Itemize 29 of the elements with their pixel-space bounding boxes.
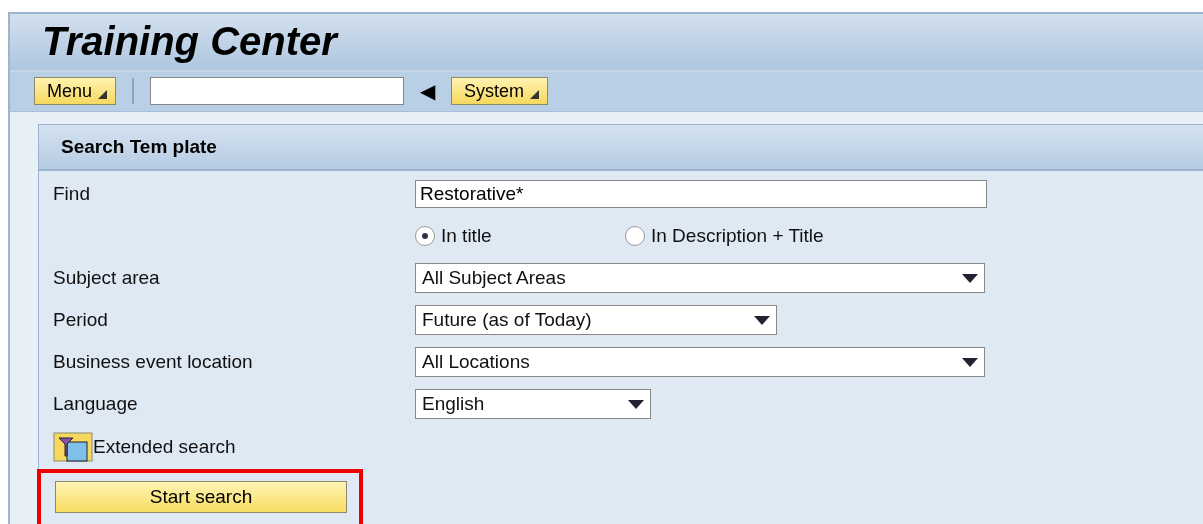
start-search-button[interactable]: Start search — [55, 481, 347, 513]
dropdown-arrow-icon — [962, 273, 978, 283]
radio-label: In title — [441, 225, 492, 247]
field-label: Subject area — [53, 267, 161, 289]
system-button[interactable]: System — [451, 77, 549, 106]
command-field[interactable] — [150, 77, 405, 106]
extended-search-link[interactable]: Extended search — [93, 436, 236, 458]
dropdown-arrow-icon — [754, 315, 770, 325]
field-label: Business event location — [53, 351, 254, 373]
radio-button[interactable] — [625, 226, 645, 246]
dropdown-arrow-icon — [628, 399, 644, 409]
dropdown-arrow-icon — [962, 357, 978, 367]
dropdown[interactable]: All Locations — [415, 347, 985, 377]
filter-icon[interactable] — [53, 432, 93, 462]
field-label: Period — [53, 309, 109, 331]
menu-button[interactable]: Menu — [34, 77, 117, 106]
back-arrow[interactable]: ◀ — [420, 79, 436, 104]
dropdown[interactable]: English — [415, 389, 651, 419]
caret-icon — [530, 90, 540, 100]
dropdown[interactable]: All Subject Areas — [415, 263, 985, 293]
radio-label: In Description + Title — [651, 225, 824, 247]
radio-button[interactable] — [415, 226, 435, 246]
field-label: Language — [53, 393, 139, 415]
find-field[interactable]: Restorative* — [415, 180, 987, 208]
caret-icon — [98, 90, 108, 100]
panel-title: Search Tem plate — [61, 136, 217, 158]
window-title: Training Center — [42, 19, 337, 65]
dropdown[interactable]: Future (as of Today) — [415, 305, 777, 335]
field-label: Find — [53, 183, 91, 205]
